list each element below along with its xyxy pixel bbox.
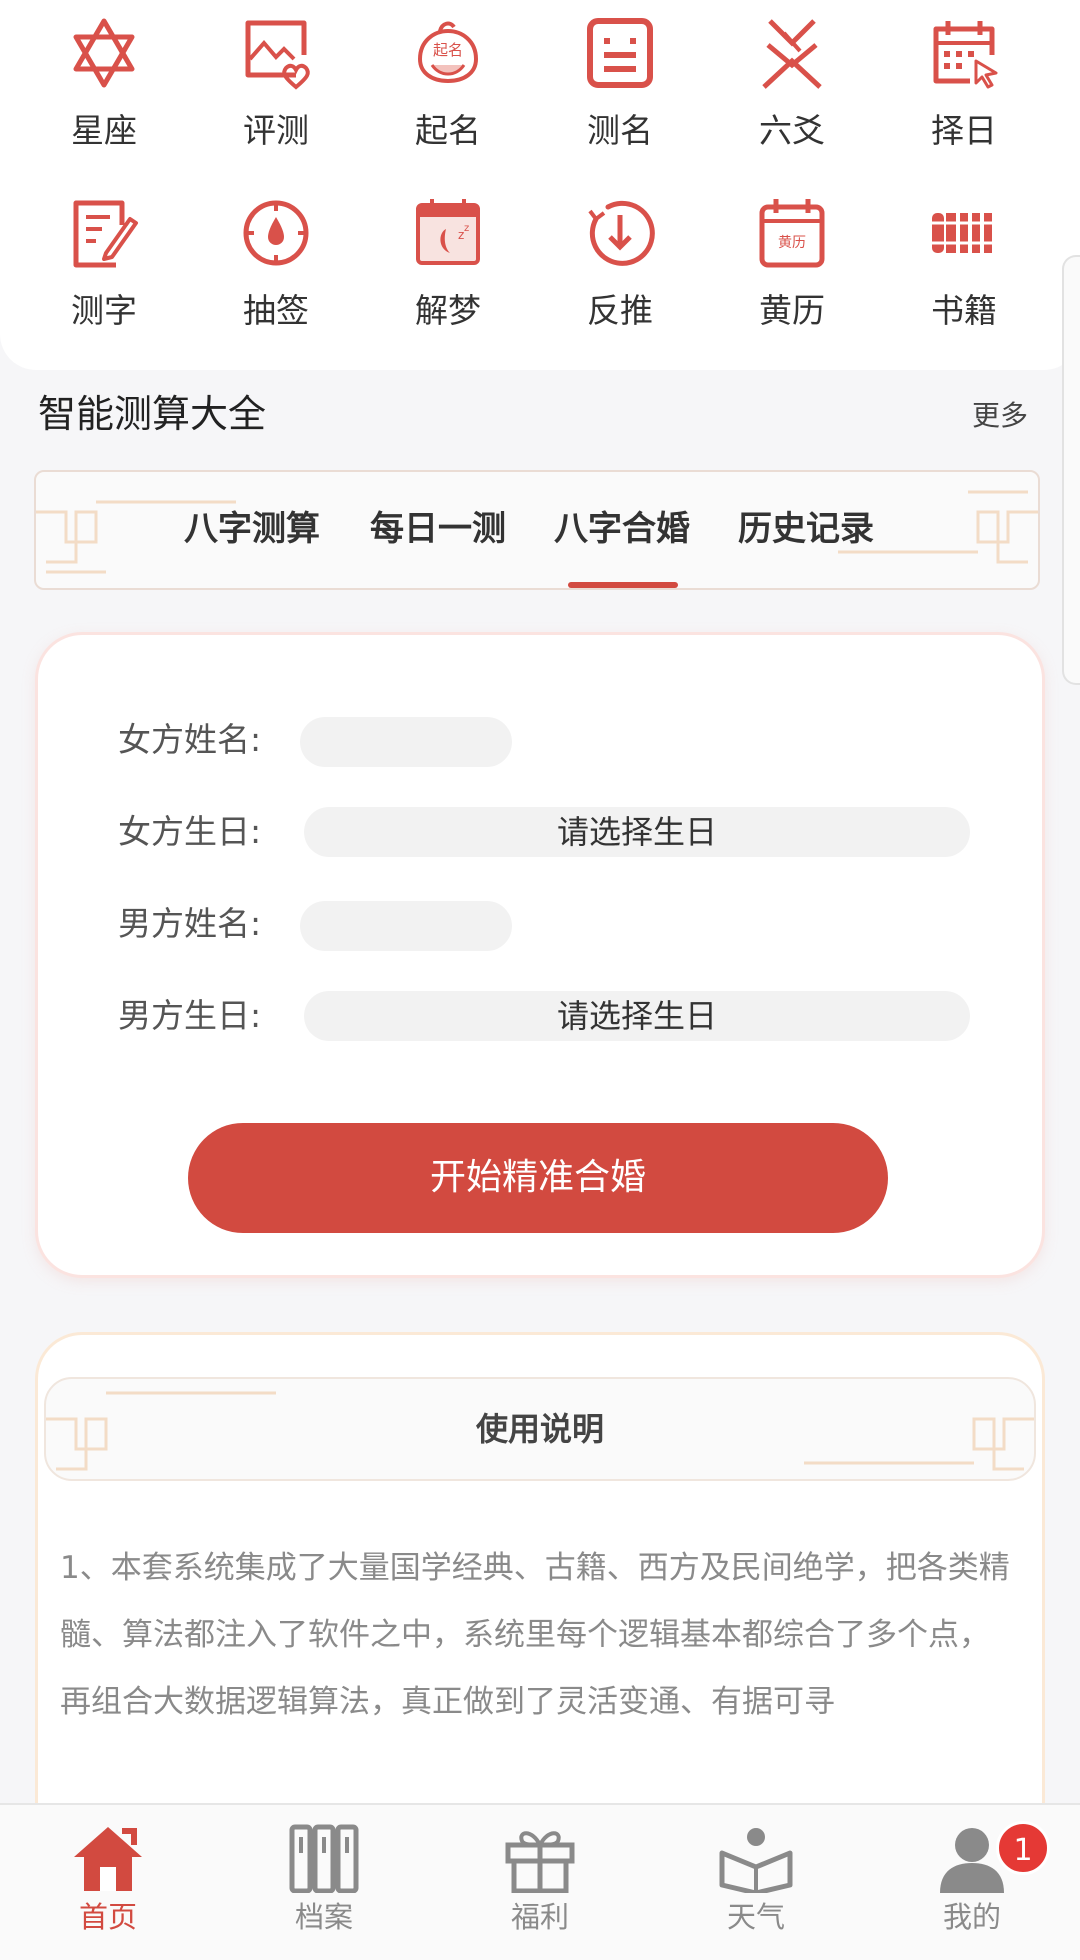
grid-item-cezi[interactable]: 测字 bbox=[18, 185, 190, 335]
grid-item-shuji[interactable]: 书籍 bbox=[878, 185, 1050, 335]
grid-item-label: 测字 bbox=[71, 291, 137, 330]
female-name-label: 女方姓名: bbox=[118, 720, 262, 759]
female-birthday-label: 女方生日: bbox=[118, 812, 262, 851]
grid-item-jiemeng[interactable]: z z 解梦 bbox=[362, 185, 534, 335]
usage-instructions-card: 使用说明 1、本套系统集成了大量国学经典、古籍、西方及民间绝学，把各类精髓、算法… bbox=[38, 1335, 1042, 1835]
more-link[interactable]: 更多 bbox=[972, 398, 1028, 434]
grid-item-pingce[interactable]: 评测 bbox=[190, 5, 362, 155]
grid-item-zeri[interactable]: 择日 bbox=[878, 5, 1050, 155]
grid-item-label: 择日 bbox=[931, 111, 997, 150]
nav-mine[interactable]: 1 我的 bbox=[864, 1815, 1080, 1955]
grid-item-chouqian[interactable]: 抽签 bbox=[190, 185, 362, 335]
grid-item-qiming[interactable]: 起名 起名 bbox=[362, 5, 534, 155]
archive-binders-icon bbox=[289, 1824, 359, 1893]
male-birthday-picker[interactable]: 请选择生日 bbox=[304, 991, 970, 1041]
start-matching-button[interactable]: 开始精准合婚 bbox=[188, 1123, 888, 1233]
grid-item-fantui[interactable]: 反推 bbox=[534, 185, 706, 335]
grid-item-huangli[interactable]: 黄历 黄历 bbox=[706, 185, 878, 335]
female-birthday-picker[interactable]: 请选择生日 bbox=[304, 807, 970, 857]
usage-instructions-header: 使用说明 bbox=[44, 1377, 1036, 1481]
male-name-input[interactable] bbox=[300, 901, 512, 951]
svg-text:起名: 起名 bbox=[433, 41, 463, 59]
male-birthday-label: 男方生日: bbox=[118, 996, 262, 1035]
male-name-label: 男方姓名: bbox=[118, 904, 262, 943]
tab-bazi-cesuan[interactable]: 八字测算 bbox=[184, 508, 320, 550]
tab-bar: 八字测算 每日一测 八字合婚 历史记录 bbox=[34, 470, 1040, 590]
hexagram-icon bbox=[762, 19, 822, 89]
nav-home[interactable]: 首页 bbox=[0, 1815, 216, 1955]
grid-item-xingzuo[interactable]: 星座 bbox=[18, 5, 190, 155]
star-of-david-icon bbox=[73, 18, 135, 88]
side-drawer-handle[interactable] bbox=[1062, 255, 1080, 685]
writing-icon bbox=[73, 200, 138, 268]
grid-item-label: 书籍 bbox=[931, 291, 997, 330]
nav-welfare[interactable]: 福利 bbox=[432, 1815, 648, 1955]
gift-icon bbox=[505, 1831, 575, 1893]
grid-item-label: 黄历 bbox=[759, 291, 825, 330]
image-heart-icon bbox=[245, 20, 310, 90]
marriage-form-card: 女方姓名: 女方生日: 请选择生日 男方姓名: 男方生日: 请选择生日 开始精准… bbox=[38, 635, 1042, 1275]
book-reader-icon bbox=[719, 1828, 793, 1893]
grid-item-label: 星座 bbox=[71, 111, 137, 150]
nav-label: 我的 bbox=[942, 1900, 1001, 1934]
svg-text:黄历: 黄历 bbox=[778, 234, 806, 251]
circle-down-arrow-icon bbox=[588, 200, 655, 266]
usage-instructions-title: 使用说明 bbox=[475, 1410, 604, 1448]
nav-label: 天气 bbox=[726, 1900, 785, 1934]
tab-bazi-hehun[interactable]: 八字合婚 bbox=[554, 508, 690, 550]
tab-meiri-yice[interactable]: 每日一测 bbox=[370, 508, 506, 550]
nav-label: 档案 bbox=[294, 1900, 353, 1934]
grid-item-liuyao[interactable]: 六爻 bbox=[706, 5, 878, 155]
grid-item-label: 起名 bbox=[415, 111, 481, 150]
bottom-nav: 首页 档案 福利 天气 1 我的 bbox=[0, 1803, 1080, 1960]
nav-label: 福利 bbox=[510, 1900, 569, 1934]
usage-instructions-text: 1、本套系统集成了大量国学经典、古籍、西方及民间绝学，把各类精髓、算法都注入了软… bbox=[60, 1550, 1010, 1720]
almanac-calendar-icon: 黄历 bbox=[759, 199, 825, 268]
feature-grid: 星座 评测 起名 起名 测名 六爻 择日 测字 抽签 z z 解梦 反推 黄历 … bbox=[0, 0, 1080, 370]
female-name-input[interactable] bbox=[300, 717, 512, 767]
grid-item-label: 抽签 bbox=[243, 291, 309, 330]
grid-item-label: 测名 bbox=[587, 111, 653, 150]
nav-label: 首页 bbox=[78, 1900, 137, 1934]
section-title: 智能测算大全 bbox=[38, 392, 267, 436]
bamboo-scroll-icon bbox=[930, 213, 996, 253]
grid-item-label: 解梦 bbox=[415, 291, 481, 330]
notification-badge: 1 bbox=[996, 1821, 1050, 1875]
compass-icon bbox=[243, 200, 309, 266]
grid-item-label: 评测 bbox=[243, 111, 309, 150]
grid-item-ceming[interactable]: 测名 bbox=[534, 5, 706, 155]
active-tab-indicator bbox=[568, 582, 678, 588]
home-icon bbox=[74, 1827, 142, 1891]
nav-weather[interactable]: 天气 bbox=[648, 1815, 864, 1955]
grid-item-label: 六爻 bbox=[759, 111, 825, 150]
calendar-pointer-icon bbox=[933, 21, 998, 89]
grid-item-label: 反推 bbox=[587, 291, 653, 330]
nav-archive[interactable]: 档案 bbox=[216, 1815, 432, 1955]
baby-naming-icon: 起名 bbox=[417, 21, 479, 84]
tab-lishi-jilu[interactable]: 历史记录 bbox=[738, 508, 874, 550]
dream-calendar-icon: z z bbox=[416, 199, 480, 265]
svg-text:z: z bbox=[464, 223, 469, 234]
document-icon bbox=[587, 18, 653, 88]
